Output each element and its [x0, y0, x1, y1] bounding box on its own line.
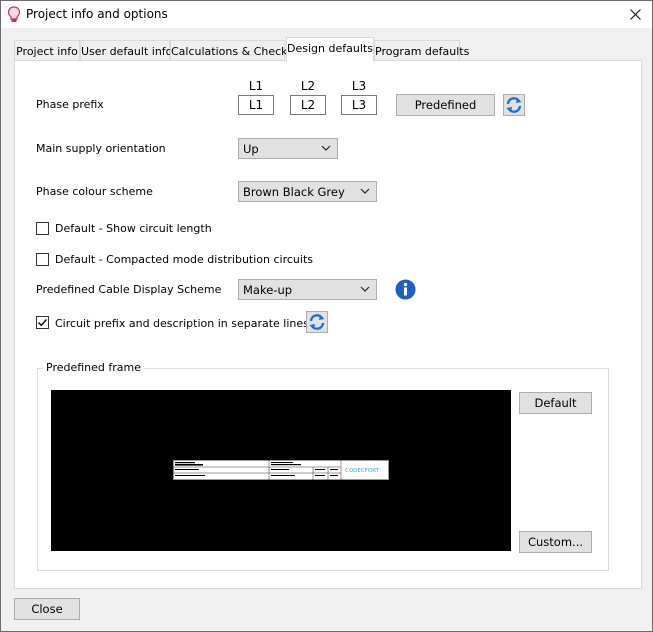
frame-logo-text: CODECFORT — [345, 468, 380, 474]
cable-scheme-label: Predefined Cable Display Scheme — [36, 283, 222, 296]
lightbulb-icon — [7, 6, 21, 22]
refresh-icon — [506, 97, 522, 113]
show-circuit-length-label: Default - Show circuit length — [55, 222, 212, 235]
design-defaults-panel: Phase prefix L1 L2 L3 L1 L2 L3 Predefine… — [14, 60, 642, 589]
frame-preview: CODECFORT — [51, 390, 511, 551]
tab-project-info[interactable]: Project info — [14, 40, 80, 61]
window-close-button[interactable] — [618, 1, 652, 28]
tab-calculations-checks[interactable]: Calculations & Checks — [170, 40, 293, 61]
window-title: Project info and options — [26, 7, 168, 21]
phase-l3-input[interactable]: L3 — [341, 95, 377, 115]
phase-l1-input[interactable]: L1 — [238, 95, 274, 115]
tab-user-default-info[interactable]: User default info — [80, 40, 172, 61]
chevron-down-icon — [360, 286, 370, 292]
close-button[interactable]: Close — [14, 598, 80, 620]
close-icon — [629, 9, 641, 20]
phase-header-l1: L1 — [248, 79, 264, 93]
cable-scheme-value: Make-up — [243, 283, 293, 297]
predefined-button[interactable]: Predefined — [396, 94, 495, 116]
main-supply-select[interactable]: Up — [238, 138, 338, 159]
phase-header-l3: L3 — [351, 79, 367, 93]
phase-colour-select[interactable]: Brown Black Grey — [238, 181, 377, 202]
title-block-preview: CODECFORT — [173, 460, 389, 480]
check-icon — [37, 318, 48, 327]
tab-program-defaults[interactable]: Program defaults — [374, 40, 469, 61]
compacted-mode-checkbox[interactable] — [36, 253, 49, 266]
phase-l2-input[interactable]: L2 — [290, 95, 326, 115]
compacted-mode-label: Default - Compacted mode distribution ci… — [55, 253, 313, 266]
main-supply-value: Up — [243, 142, 259, 156]
phase-colour-value: Brown Black Grey — [243, 185, 345, 199]
phase-prefix-label: Phase prefix — [36, 98, 104, 111]
phase-colour-label: Phase colour scheme — [36, 185, 153, 198]
show-circuit-length-checkbox[interactable] — [36, 222, 49, 235]
cable-scheme-select[interactable]: Make-up — [238, 279, 377, 300]
dialog-window: Project info and options Project info Us… — [0, 0, 653, 632]
predefined-frame-title: Predefined frame — [43, 361, 145, 374]
chevron-down-icon — [321, 145, 331, 151]
phase-header-l2: L2 — [300, 79, 316, 93]
chevron-down-icon — [360, 188, 370, 194]
circuit-prefix-checkbox[interactable] — [36, 316, 49, 329]
frame-custom-button[interactable]: Custom... — [519, 531, 592, 553]
main-supply-label: Main supply orientation — [36, 142, 166, 155]
info-icon[interactable] — [395, 279, 416, 300]
circuit-prefix-label: Circuit prefix and description in separa… — [55, 317, 309, 330]
tab-design-defaults[interactable]: Design defaults — [286, 37, 374, 62]
phase-refresh-button[interactable] — [503, 94, 525, 116]
circuit-prefix-refresh-button[interactable] — [306, 311, 328, 333]
frame-default-button[interactable]: Default — [519, 392, 592, 414]
title-bar[interactable]: Project info and options — [1, 1, 652, 28]
refresh-icon — [309, 314, 325, 330]
